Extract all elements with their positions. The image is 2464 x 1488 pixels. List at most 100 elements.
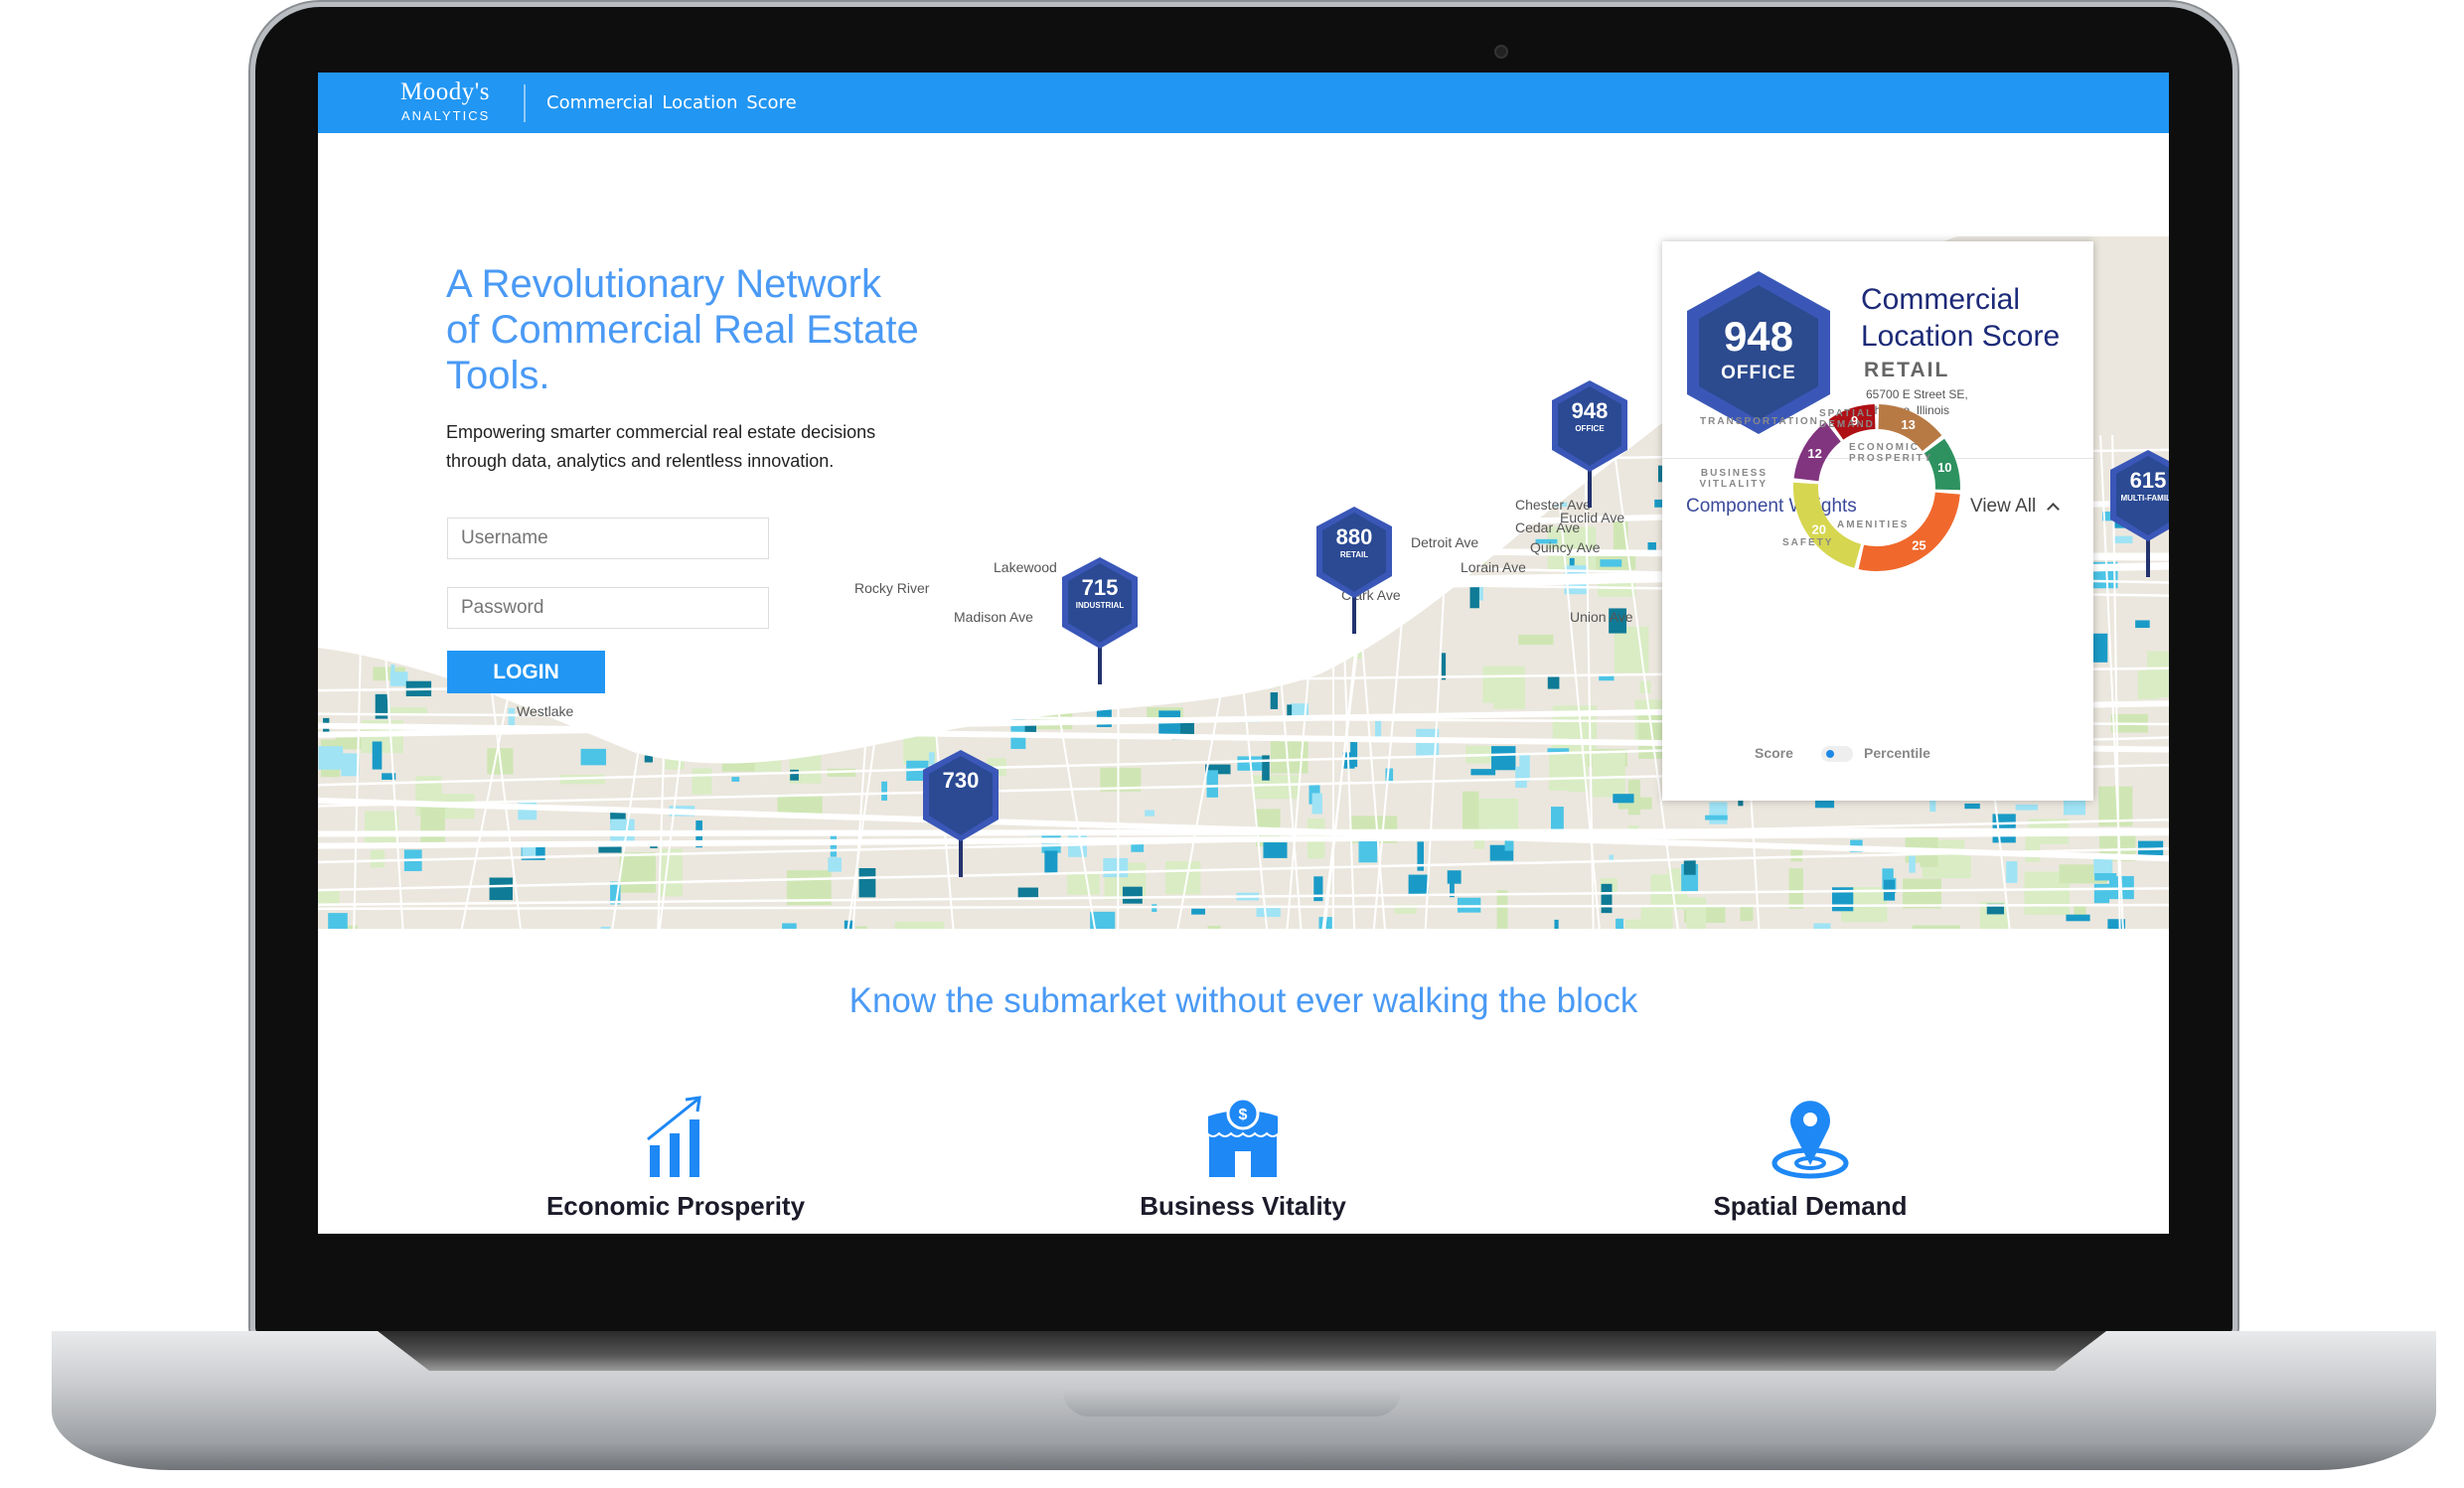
- label-business-vitality: BUSINESS VITLALITY: [1699, 468, 1768, 490]
- park-area: [692, 768, 712, 795]
- park-area: [2137, 670, 2159, 699]
- park-area: [1624, 919, 1669, 929]
- pin-score: 730: [942, 768, 980, 793]
- pin-type: MULTI-FAMILY: [2120, 494, 2169, 503]
- password-input[interactable]: [447, 587, 769, 629]
- label-economic-prosperity: ECONOMIC PROSPERITY: [1849, 442, 1933, 464]
- parcel: [2135, 620, 2150, 629]
- parcel: [2092, 633, 2108, 663]
- parcel: [1469, 587, 1479, 609]
- keyboard-hinge: [378, 1331, 2106, 1371]
- parcel: [1457, 897, 1481, 913]
- parcel: [341, 753, 360, 777]
- login-button[interactable]: LOGIN: [447, 651, 605, 693]
- parcel: [1551, 807, 1564, 831]
- park-area: [619, 852, 656, 893]
- feature-economic-prosperity: Economic Prosperity: [497, 1096, 854, 1222]
- donut-value-label: 25: [1912, 538, 1925, 553]
- parcel: [489, 877, 513, 901]
- parcel: [1122, 886, 1143, 904]
- camera: [1494, 45, 1508, 59]
- park-area: [420, 807, 445, 843]
- parcel: [881, 781, 887, 801]
- parcel: [2006, 861, 2018, 883]
- parcel: [1145, 810, 1155, 817]
- parcel: [1705, 815, 1728, 820]
- park-area: [370, 849, 385, 868]
- map-pin-615[interactable]: 615MULTI-FAMILY: [2106, 448, 2169, 597]
- score-card: 948 OFFICE Commercial Location Score RET…: [1662, 241, 2093, 801]
- parcel: [1709, 802, 1728, 824]
- park-area: [1592, 752, 1625, 798]
- pin-type: RETAIL: [1339, 550, 1369, 559]
- parcel: [1601, 883, 1613, 914]
- parcel: [1964, 803, 1980, 810]
- map-pin-948[interactable]: 948 OFFICE: [1548, 378, 1631, 527]
- park-area: [1903, 878, 1942, 909]
- parcel: [1358, 839, 1378, 863]
- park-area: [1252, 775, 1301, 800]
- tagline: Know the submarket without ever walking …: [848, 981, 1638, 1020]
- feature-spatial-demand: Spatial Demand: [1631, 1096, 1989, 1222]
- donut-value-label: 12: [1807, 446, 1821, 461]
- parcel: [1311, 793, 1322, 815]
- donut-value-label: 20: [1811, 521, 1825, 536]
- laptop-notch: [1063, 1391, 1401, 1416]
- parcel: [858, 867, 876, 898]
- moodys-logo[interactable]: Moody's: [400, 79, 490, 104]
- parcel: [1600, 559, 1622, 567]
- parcel: [372, 741, 383, 770]
- park-area: [1493, 683, 1525, 709]
- parcel: [828, 857, 842, 872]
- parcel: [1313, 876, 1323, 902]
- parcel: [1554, 919, 1559, 929]
- parcel: [1206, 770, 1219, 798]
- parcel: [830, 833, 838, 857]
- chart-growth-icon: [647, 1096, 701, 1177]
- page-headline: A Revolutionary Network of Commercial Re…: [446, 262, 919, 397]
- parcel: [1616, 918, 1623, 929]
- donut-value-label: 13: [1901, 417, 1915, 432]
- feature-business-vitality: $ Business Vitality: [1064, 1096, 1422, 1222]
- park-area: [855, 926, 867, 929]
- park-area: [1207, 925, 1221, 929]
- parcel: [318, 746, 344, 770]
- parcel: [1263, 842, 1288, 858]
- map-label: Madison Ave: [954, 609, 1033, 625]
- park-area: [1740, 905, 1754, 922]
- parcel: [1103, 857, 1129, 878]
- parcel: [2093, 883, 2110, 904]
- pin-score: 715: [1081, 575, 1119, 600]
- park-area: [659, 848, 683, 897]
- parcel: [1408, 874, 1430, 896]
- parcel: [580, 748, 607, 766]
- parcel: [1909, 855, 1916, 873]
- map-label: Lakewood: [994, 559, 1057, 575]
- parcel: [1813, 923, 1831, 929]
- score-percentile-toggle[interactable]: [1821, 746, 1853, 762]
- parcel: [2066, 914, 2090, 922]
- parcel: [2094, 873, 2117, 881]
- map-label: Rocky River: [854, 580, 930, 596]
- hero-description: Empowering smarter commercial real estat…: [446, 422, 876, 471]
- feature-label: Business Vitality: [1140, 1191, 1346, 1221]
- parcel: [1683, 859, 1696, 875]
- username-input[interactable]: [447, 518, 769, 559]
- map-pin-880[interactable]: 880 RETAIL: [1312, 505, 1396, 654]
- park-area: [1788, 868, 1804, 909]
- donut-slice-amenities[interactable]: [1858, 492, 1960, 571]
- label-spatial-demand: SPATIAL DEMAND: [1819, 408, 1875, 430]
- app-title: Commercial Location Score: [546, 92, 797, 113]
- toggle-score-label: Score: [1755, 745, 1793, 761]
- toggle-knob: [1826, 750, 1834, 758]
- park-area: [1067, 872, 1100, 895]
- label-safety: SAFETY: [1782, 537, 1834, 548]
- parcel: [328, 913, 348, 929]
- map-pin-715[interactable]: 715 INDUSTRIAL: [1058, 555, 1142, 704]
- park-area: [1944, 855, 1971, 879]
- parcel: [1044, 850, 1058, 873]
- park-area: [1912, 925, 1960, 929]
- location-pin-icon: [1771, 1101, 1849, 1179]
- park-area: [1686, 897, 1707, 929]
- map-pin-730[interactable]: 730: [919, 748, 1002, 897]
